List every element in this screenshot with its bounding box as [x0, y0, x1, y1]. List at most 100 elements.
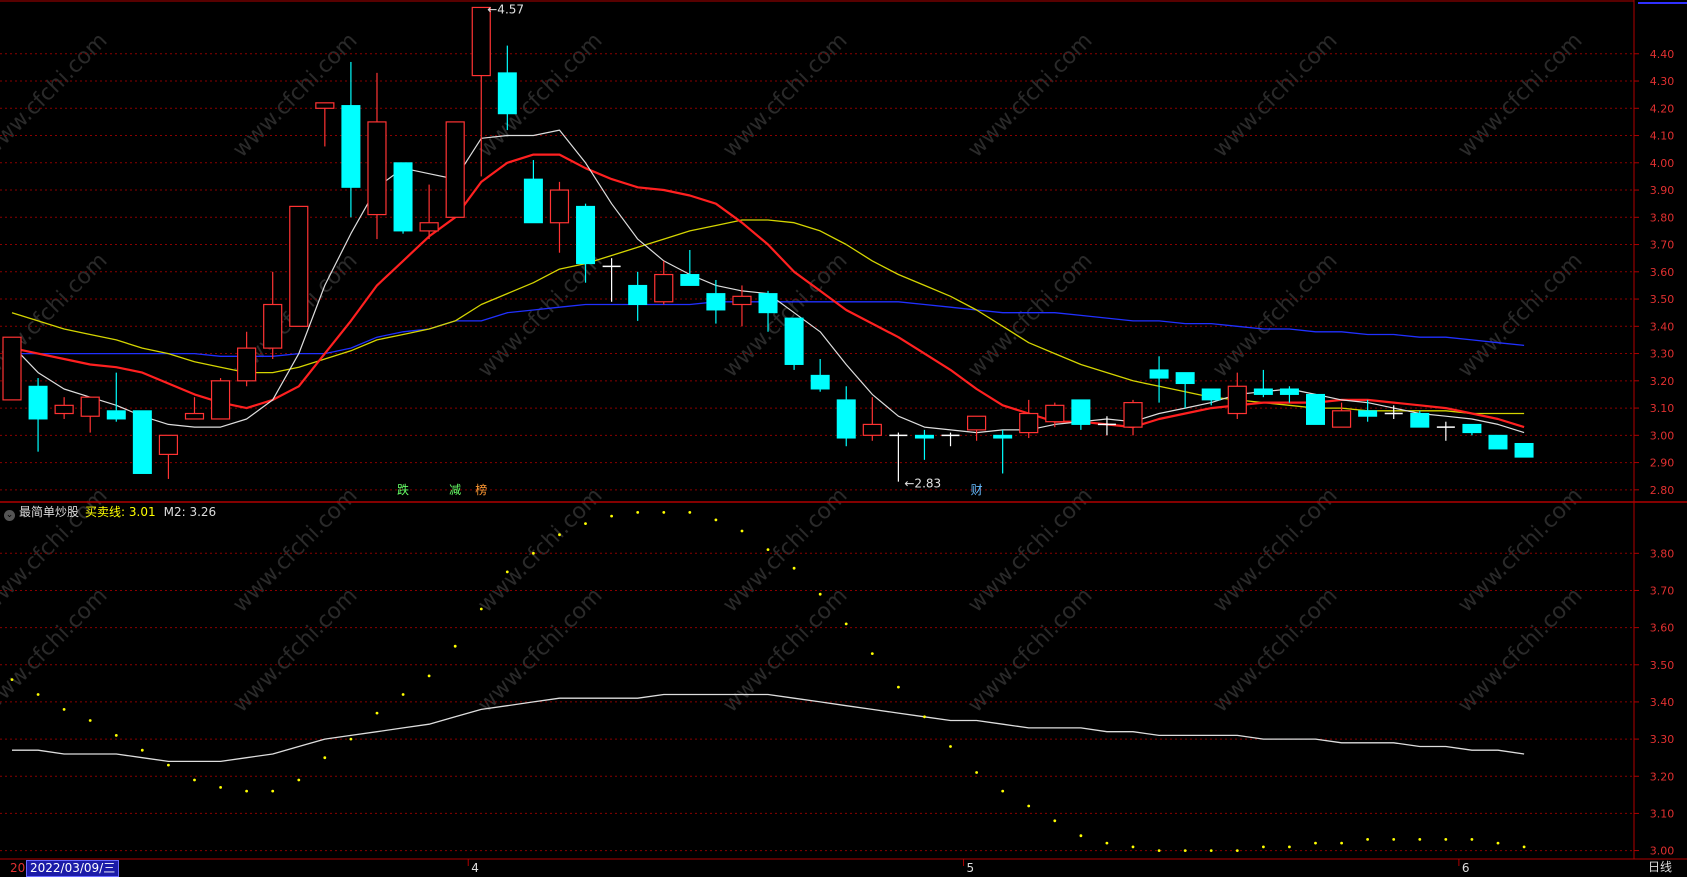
period-label[interactable]: 日线 — [1648, 860, 1672, 875]
m2-label: M2 — [163, 505, 182, 519]
buy-sell-dot — [427, 674, 431, 678]
cursor-date-label: 2022/03/09/三 — [26, 860, 120, 877]
candle — [993, 429, 1013, 474]
candle-body — [1175, 372, 1195, 385]
candle — [419, 184, 439, 240]
candle — [367, 72, 387, 240]
watermark-text: www.cfchi.com — [1208, 28, 1342, 162]
buy-sell-dot — [975, 771, 978, 774]
buy-sell-dot — [688, 511, 692, 514]
main-axis-label: 4.40 — [1650, 48, 1675, 61]
buy-sell-dot — [740, 529, 744, 533]
candle-body — [393, 162, 413, 232]
buy-sell-dot — [453, 644, 457, 648]
watermark-text: www.cfchi.com — [473, 28, 607, 162]
main-axis-label: 3.40 — [1650, 320, 1675, 333]
candle-body — [184, 412, 205, 420]
main-axis-label: 4.10 — [1650, 130, 1675, 143]
buy-sell-dot — [167, 763, 170, 767]
m2-value: 3.26 — [189, 505, 217, 519]
candle-body — [1410, 413, 1430, 428]
buy-sell-dot — [1366, 838, 1369, 841]
watermark-text: www.cfchi.com — [718, 28, 852, 162]
buy-sell-dot — [271, 789, 275, 793]
buy-sell-dot — [1262, 845, 1265, 849]
main-axis-label: 3.10 — [1650, 402, 1675, 415]
buy-sell-dot — [1444, 838, 1448, 841]
candle-body — [132, 410, 152, 474]
buy-sell-dot — [323, 756, 327, 760]
candle-body — [1306, 393, 1325, 425]
buy-sell-dot — [1157, 849, 1161, 852]
candle — [210, 378, 231, 420]
indicator-name[interactable]: 最简单炒股 — [19, 505, 79, 519]
candle-body — [1514, 442, 1534, 458]
candle-body — [966, 415, 987, 431]
buy-sell-dot — [193, 778, 196, 782]
buy-sell-dot — [766, 548, 770, 551]
buy-sell-dot — [1340, 841, 1343, 845]
candle-body — [237, 347, 257, 382]
main-axis-label: 3.90 — [1650, 184, 1675, 197]
candle — [445, 121, 465, 218]
main-axis-label: 4.30 — [1650, 75, 1675, 88]
candle-body — [419, 222, 439, 232]
buy-sell-dot — [662, 511, 666, 514]
main-axis-label: 3.00 — [1650, 429, 1675, 442]
main-axis-label: 3.80 — [1650, 211, 1675, 224]
candle-body — [862, 423, 882, 436]
candle-body — [497, 72, 517, 115]
candle — [1071, 399, 1091, 430]
buy-sell-dot — [114, 734, 118, 737]
candle — [889, 432, 908, 482]
buy-sell-dot — [1209, 849, 1213, 852]
buy-sell-dot — [1131, 845, 1135, 849]
candle-body — [732, 295, 752, 306]
buy-sell-dot — [1079, 834, 1083, 838]
candle — [80, 396, 100, 433]
candle — [341, 61, 361, 218]
candle — [28, 378, 48, 452]
candle-body — [210, 380, 231, 420]
main-axis-label: 3.60 — [1650, 266, 1675, 279]
candle-body — [1488, 434, 1508, 450]
candle — [1227, 372, 1247, 419]
stock-chart[interactable]: www.cfchi.com www.cfchi.com www.cfchi.com w… — [0, 0, 1687, 875]
collapse-icon[interactable]: ⌄ — [4, 510, 15, 521]
buy-sell-dot — [818, 592, 822, 596]
sub-axis-label: 3.10 — [1650, 807, 1675, 820]
candle-body — [914, 434, 934, 439]
buy-sell-dot — [10, 678, 14, 681]
watermark-text: www.cfchi.com — [1453, 248, 1587, 382]
candle-body — [2, 336, 22, 401]
x-axis-cut-label: 20 — [10, 861, 25, 875]
watermark-text: www.cfchi.com — [473, 248, 607, 382]
buy-sell-dot — [1183, 849, 1187, 852]
candle — [1358, 399, 1378, 422]
candle — [966, 415, 987, 441]
buy-sell-dot — [532, 551, 535, 555]
candle-body — [784, 317, 804, 365]
buy-sell-dot — [923, 715, 926, 719]
candle — [1410, 410, 1430, 428]
buy-sell-dot — [897, 685, 900, 689]
candle-body — [706, 293, 726, 311]
candle — [1306, 393, 1325, 425]
candle-body — [471, 6, 491, 77]
x-axis-layer: 4 5 6 20 — [10, 859, 1470, 875]
candle — [289, 205, 309, 327]
candle — [1331, 402, 1352, 428]
buy-sell-dot — [1470, 838, 1474, 841]
candle — [1123, 399, 1143, 436]
buy-sell-dot — [1392, 838, 1396, 841]
candle-body — [758, 293, 778, 314]
candle — [549, 181, 570, 253]
candle — [1279, 386, 1299, 403]
main-axis-label: 4.20 — [1650, 102, 1675, 115]
buy-sell-dot — [349, 737, 353, 741]
x-axis-label: 5 — [967, 861, 975, 875]
candle-body — [1227, 385, 1247, 415]
candle-body — [1331, 410, 1352, 428]
candle — [315, 102, 335, 147]
event-label: 财 — [971, 483, 983, 497]
